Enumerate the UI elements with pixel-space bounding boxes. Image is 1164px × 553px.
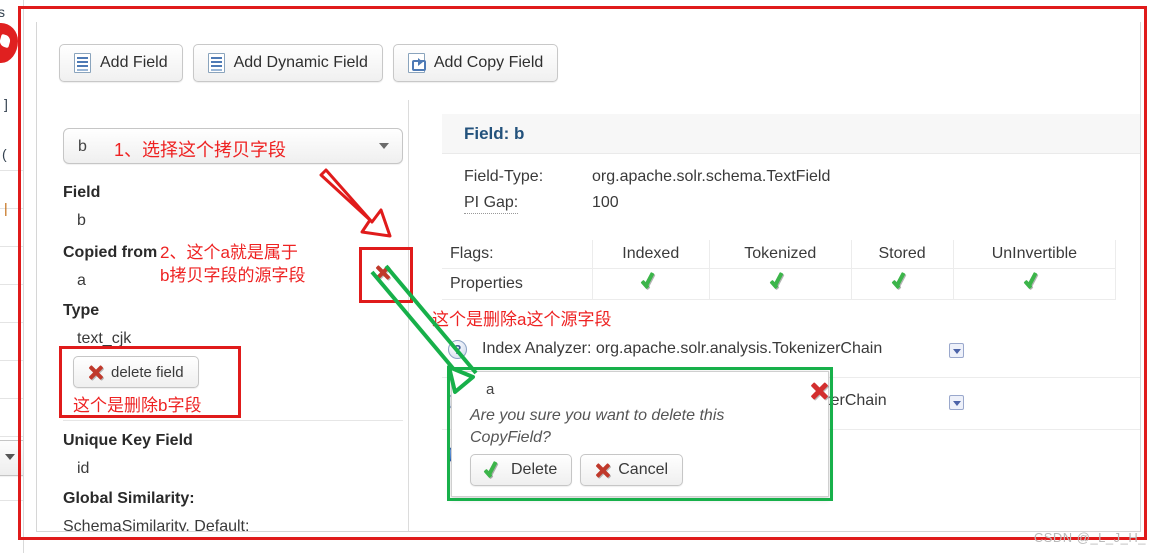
add-dynamic-field-button[interactable]: Add Dynamic Field (192, 44, 383, 82)
add-copy-field-button[interactable]: Add Copy Field (392, 44, 559, 82)
col-uninvertible: UnInvertible (952, 240, 1117, 269)
left-detail-column: b 1、选择这个拷贝字段 Field b Copied from a Type … (37, 100, 409, 532)
popover-cancel-button[interactable]: Cancel (580, 454, 684, 486)
field-select[interactable]: b 1、选择这个拷贝字段 (63, 128, 403, 164)
table-row-properties: Properties (442, 268, 1140, 300)
add-field-label: Add Field (100, 54, 168, 71)
col-tokenized: Tokenized (709, 240, 852, 269)
red-x-icon (595, 463, 610, 478)
green-check-icon (485, 463, 503, 478)
green-check-icon (642, 274, 660, 289)
value-field-type: org.apache.solr.schema.TextField (592, 168, 831, 185)
field-header: Field: b (442, 114, 1140, 154)
notification-badge (0, 23, 18, 63)
add-field-button[interactable]: Add Field (59, 44, 183, 82)
popover-title: a (486, 381, 495, 398)
col-spacer (1116, 240, 1140, 269)
divider (63, 420, 403, 421)
field-select-annotation: 1、选择这个拷贝字段 (114, 140, 287, 160)
index-analyzer-text: Index Analyzer: org.apache.solr.analysis… (482, 340, 883, 357)
label-field-type: Field-Type: (464, 168, 544, 185)
value-unique-key-field: id (77, 460, 90, 477)
table-row-flags-header: Flags: Indexed Tokenized Stored UnInvert… (442, 240, 1140, 269)
screenshot-root: s e ] ( | Add Field Add Dynamic Field Ad… (0, 0, 1164, 553)
clipped-text-fragment: ] (4, 96, 8, 112)
clipped-text-fragment: s (0, 4, 5, 20)
clipped-text-fragment: ( (2, 146, 7, 162)
chevron-down-icon (5, 454, 15, 460)
cell-stored (850, 268, 954, 300)
green-check-icon (771, 274, 789, 289)
add-dynamic-field-label: Add Dynamic Field (233, 54, 368, 71)
copy-arrow-icon (407, 53, 426, 73)
popover-buttons: Delete Cancel (470, 454, 684, 486)
col-stored: Stored (850, 240, 954, 269)
clipped-text-fragment: | (4, 200, 8, 216)
label-global-similarity: Global Similarity: (63, 490, 195, 507)
clipped-sidebar: s e ] ( | (0, 0, 24, 553)
properties-row-label: Properties (442, 268, 593, 300)
document-icon (74, 53, 91, 73)
toolbar: Add Field Add Dynamic Field Add Copy Fie… (59, 44, 559, 82)
documents-stack-icon (207, 51, 230, 73)
value-field: b (77, 212, 86, 229)
label-field: Field (63, 184, 101, 201)
field-header-title: Field: b (464, 124, 525, 143)
delete-source-note: 这个是删除a这个源字段 (432, 310, 612, 329)
copied-from-note: 2、这个a就是属于 b拷贝字段的源字段 (160, 243, 306, 285)
global-similarity-line1: SchemaSimilarity. Default: (63, 518, 250, 532)
cell-tokenized (709, 268, 852, 300)
chevron-down-icon (379, 143, 389, 149)
label-type: Type (63, 302, 100, 319)
label-pi-gap: PI Gap: (464, 194, 519, 214)
field-select-value: b (78, 138, 87, 155)
label-unique-key-field: Unique Key Field (63, 432, 193, 449)
cell-uninvertible (952, 268, 1117, 300)
label-copied-from: Copied from (63, 244, 158, 261)
question-icon[interactable]: ? (448, 340, 467, 359)
cell-indexed (591, 268, 711, 300)
flags-table: Flags: Indexed Tokenized Stored UnInvert… (442, 240, 1140, 300)
delete-copyfield-popover: a Are you sure you want to delete this C… (451, 371, 829, 497)
green-check-icon (1025, 274, 1043, 289)
popover-cancel-label: Cancel (618, 461, 669, 478)
cell-spacer (1116, 269, 1140, 300)
delete-field-note: 这个是删除b字段 (73, 396, 202, 415)
chevron-down-icon[interactable] (949, 343, 964, 358)
chevron-down-icon[interactable] (949, 395, 964, 410)
watermark: CSDN @_L_J_H_ (1033, 530, 1146, 545)
clipped-dropdown-button[interactable] (0, 440, 23, 476)
popover-delete-label: Delete (511, 461, 558, 478)
value-pi-gap: 100 (592, 194, 619, 211)
add-copy-field-label: Add Copy Field (433, 54, 544, 71)
value-copied-from: a (77, 272, 86, 289)
col-indexed: Indexed (591, 240, 711, 269)
flags-row-label: Flags: (442, 240, 593, 269)
popover-delete-button[interactable]: Delete (470, 454, 573, 486)
popover-message: Are you sure you want to delete this Cop… (470, 407, 725, 446)
green-check-icon (893, 274, 911, 289)
